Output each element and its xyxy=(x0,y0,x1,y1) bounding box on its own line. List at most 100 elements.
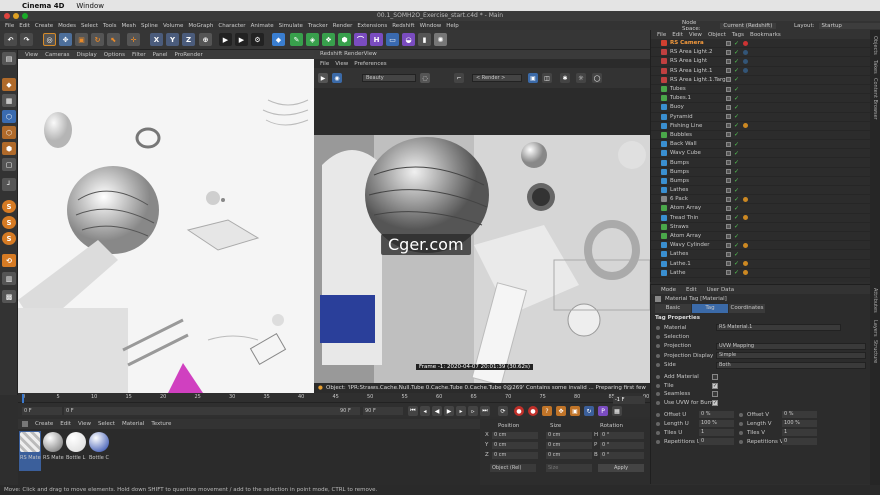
viewport-menu-cameras[interactable]: Cameras xyxy=(45,52,69,58)
subdivision-icon[interactable]: ◈ xyxy=(306,33,319,46)
object-row[interactable]: RS Area Light.1 ✓ xyxy=(651,67,870,76)
make-editable-icon[interactable]: ▤ xyxy=(2,52,16,65)
position-field[interactable]: 0 cm xyxy=(492,432,538,439)
size-field[interactable]: 0 cm xyxy=(546,442,592,449)
visibility-toggle[interactable] xyxy=(726,68,731,74)
polygons-mode-icon[interactable]: ⬢ xyxy=(2,142,16,155)
play-icon[interactable]: ▶ xyxy=(444,406,454,416)
editor-viewport[interactable] xyxy=(18,50,314,393)
field-icon[interactable]: H xyxy=(370,33,383,46)
preview-end-field[interactable]: 90 F xyxy=(363,407,403,415)
timeline-ruler[interactable]: 051015202530354045505560657075808590 xyxy=(18,393,650,403)
snapshot-icon[interactable]: ◫ xyxy=(542,73,552,83)
axis-z-button[interactable]: Z xyxy=(182,33,195,46)
camera-select[interactable]: < Render > xyxy=(472,74,522,82)
visibility-toggle[interactable] xyxy=(726,40,731,46)
attr-pair-value[interactable]: 100 % xyxy=(782,420,817,428)
enabled-check-icon[interactable]: ✓ xyxy=(734,49,739,56)
recent-tools-icon[interactable]: ✛ xyxy=(127,33,140,46)
object-row[interactable]: Lathe ✓ xyxy=(651,269,870,278)
coordinate-mode-select[interactable]: Object (Rel) xyxy=(490,464,536,472)
end-frame-field[interactable]: 90 F xyxy=(340,407,360,415)
menu-tracker[interactable]: Tracker xyxy=(308,23,328,29)
aov-dropdown-icon[interactable]: ◌ xyxy=(420,73,430,83)
nodespace-select[interactable]: Current (Redshift) xyxy=(720,22,776,29)
mograph-icon[interactable]: ⬢ xyxy=(338,33,351,46)
object-row[interactable]: Back Wall ✓ xyxy=(651,140,870,150)
material-menu-edit[interactable]: Edit xyxy=(60,421,71,427)
object-row[interactable]: Buoy ✓ xyxy=(651,103,870,113)
enabled-check-icon[interactable]: ✓ xyxy=(734,168,739,175)
menu-redshift[interactable]: Redshift xyxy=(392,23,414,29)
viewport-menu-prorender[interactable]: ProRender xyxy=(175,52,203,58)
record-icon[interactable]: ● xyxy=(514,406,524,416)
snap-settings-icon[interactable]: S xyxy=(2,216,16,229)
animate-dot-icon[interactable] xyxy=(656,344,660,349)
menu-tools[interactable]: Tools xyxy=(103,23,117,29)
current-frame-field[interactable]: 0 F xyxy=(64,407,349,415)
tab-coordinates[interactable]: Coordinates xyxy=(729,304,765,313)
attr-value-field[interactable]: RS Material.1 xyxy=(716,324,841,332)
tab-tag[interactable]: Tag xyxy=(692,304,728,313)
object-row[interactable]: Bubbles ✓ xyxy=(651,131,870,141)
lock-camera-icon[interactable]: ▣ xyxy=(528,73,538,83)
aov-select[interactable]: Beauty xyxy=(362,74,416,82)
object-row[interactable]: RS Area Light.1.Target ✓ xyxy=(651,76,870,85)
next-frame-icon[interactable]: ▸ xyxy=(456,406,466,416)
attr-checkbox[interactable] xyxy=(712,391,718,398)
enabled-check-icon[interactable]: ✓ xyxy=(734,187,739,194)
object-row[interactable]: Fishing Line ✓ xyxy=(651,122,870,131)
menu-character[interactable]: Character xyxy=(218,23,245,29)
animate-dot-icon[interactable] xyxy=(739,439,743,444)
tab-objects[interactable]: Objects xyxy=(872,36,878,55)
rotation-field[interactable]: 0 ° xyxy=(600,452,644,459)
material-menu-material[interactable]: Material xyxy=(122,421,144,427)
object-row[interactable]: RS Camera ✓ xyxy=(651,39,870,49)
enabled-check-icon[interactable]: ✓ xyxy=(734,76,739,83)
tab-basic[interactable]: Basic xyxy=(655,304,691,313)
viewport-menu-view[interactable]: View xyxy=(25,52,38,58)
enabled-check-icon[interactable]: ✓ xyxy=(734,95,739,102)
snap-icon[interactable]: S xyxy=(2,200,16,213)
enabled-check-icon[interactable]: ✓ xyxy=(734,159,739,166)
key-param-icon[interactable]: P xyxy=(598,406,608,416)
key-scale-icon[interactable]: ▣ xyxy=(570,406,580,416)
object-row[interactable]: Bumps ✓ xyxy=(651,158,870,168)
object-row[interactable]: Straws ✓ xyxy=(651,223,870,232)
visibility-toggle[interactable] xyxy=(726,150,731,156)
animate-dot-icon[interactable] xyxy=(739,430,743,435)
visibility-toggle[interactable] xyxy=(726,261,731,267)
size-mode-select[interactable]: Size xyxy=(546,464,592,472)
enabled-check-icon[interactable]: ✓ xyxy=(734,104,739,111)
coordinate-system-icon[interactable]: ⊕ xyxy=(199,33,212,46)
menu-edit[interactable]: Edit xyxy=(19,23,30,29)
object-row[interactable]: Lathe.1 ✓ xyxy=(651,260,870,269)
move-icon[interactable]: ✥ xyxy=(59,33,72,46)
object-menu-edit[interactable]: Edit xyxy=(672,32,683,38)
animate-dot-icon[interactable] xyxy=(656,401,660,406)
object-menu-bookmarks[interactable]: Bookmarks xyxy=(750,32,781,38)
object-tag-icon[interactable] xyxy=(743,242,748,248)
live-select-icon[interactable]: ◎ xyxy=(43,33,56,46)
enabled-check-icon[interactable]: ✓ xyxy=(734,150,739,157)
render-view-icon[interactable]: ▶ xyxy=(219,33,232,46)
visibility-toggle[interactable] xyxy=(726,95,731,101)
color-icon[interactable]: ◯ xyxy=(592,73,602,83)
enabled-check-icon[interactable]: ✓ xyxy=(734,177,739,184)
go-start-icon[interactable]: ⏮ xyxy=(408,406,418,416)
tab-structure[interactable]: Structure xyxy=(872,340,878,363)
object-tag-icon[interactable] xyxy=(743,58,748,64)
material-slot[interactable]: RS Mate xyxy=(42,431,64,471)
object-tag-icon[interactable] xyxy=(743,196,748,202)
visibility-toggle[interactable] xyxy=(726,58,731,64)
object-row[interactable]: Wavy Cube ✓ xyxy=(651,149,870,159)
object-menu-file[interactable]: File xyxy=(657,32,666,38)
render-image[interactable] xyxy=(314,135,650,383)
render-start-icon[interactable]: ▶ xyxy=(318,73,328,83)
tab-content-browser[interactable]: Content Browser xyxy=(872,78,878,120)
animate-dot-icon[interactable] xyxy=(656,363,660,368)
attr-menu-edit[interactable]: Edit xyxy=(686,287,697,293)
menu-render[interactable]: Render xyxy=(333,23,353,29)
animate-dot-icon[interactable] xyxy=(656,325,660,330)
visibility-toggle[interactable] xyxy=(726,77,731,83)
